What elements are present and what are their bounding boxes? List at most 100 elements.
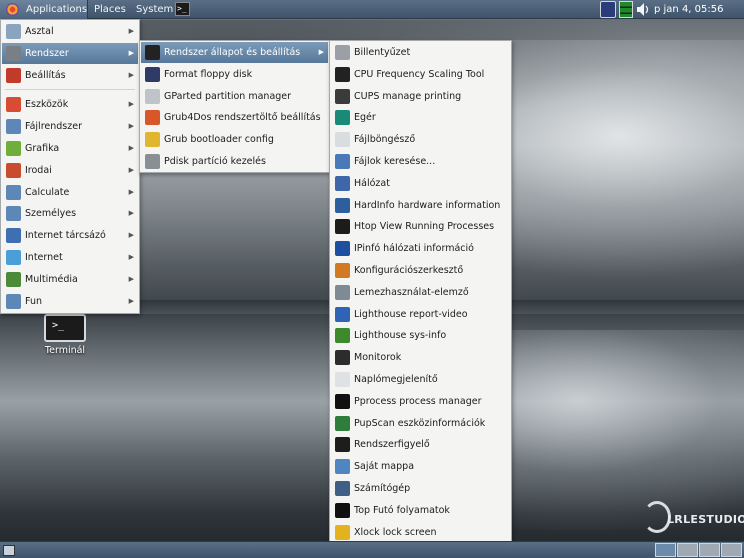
menu-item-label: CUPS manage printing bbox=[354, 90, 462, 102]
menu-item-hardinfo[interactable]: HardInfo hardware information bbox=[331, 195, 510, 216]
workspace-4[interactable] bbox=[721, 543, 742, 557]
menu-item-label: Calculate bbox=[25, 186, 70, 198]
terminal-desktop-label[interactable]: Terminál bbox=[30, 345, 100, 356]
menu-item-file-browser[interactable]: Fájlböngésző bbox=[331, 129, 510, 150]
top-processes-icon bbox=[335, 502, 350, 518]
menu-item-grub[interactable]: Grub bootloader config bbox=[141, 129, 328, 150]
submenu-arrow-icon: ▶ bbox=[128, 70, 134, 79]
submenu-arrow-icon: ▶ bbox=[128, 296, 134, 305]
menu-item-label: Hálózat bbox=[354, 177, 390, 189]
calculator-folder-icon bbox=[6, 184, 21, 200]
menu-item-disk-usage[interactable]: Lemezhasználat-elemző bbox=[331, 282, 510, 303]
menu-item-label: Fájlböngésző bbox=[354, 134, 416, 146]
floppy-icon bbox=[145, 66, 160, 82]
menu-item-label: Konfigurációszerkesztő bbox=[354, 265, 464, 276]
menu-item-label: Top Futó folyamatok bbox=[354, 504, 450, 516]
menu-item-search-files[interactable]: Fájlok keresése... bbox=[331, 151, 510, 172]
menu-item-label: Számítógép bbox=[354, 483, 411, 494]
disk-usage-icon bbox=[335, 284, 350, 300]
menu-item-fun-folder[interactable]: Fun ▶ bbox=[2, 291, 138, 312]
top-panel: Applications Places System >_ p jan 4, 0… bbox=[0, 0, 744, 19]
menu-item-gparted[interactable]: GParted partition manager bbox=[141, 86, 328, 107]
menu-item-label: Grub bootloader config bbox=[164, 134, 274, 146]
system-menu-button[interactable]: System bbox=[136, 0, 173, 19]
menu-item-top-processes[interactable]: Top Futó folyamatok bbox=[331, 500, 510, 521]
menu-item-printer[interactable]: CUPS manage printing bbox=[331, 86, 510, 107]
menu-item-folder[interactable]: Fájlrendszer ▶ bbox=[2, 116, 138, 137]
menu-item-label: Grub4Dos rendszertöltő beállítás bbox=[164, 112, 321, 124]
studio-logo: LRLESTUDIO bbox=[643, 501, 744, 535]
menu-item-label: Eszközök bbox=[25, 99, 69, 111]
menu-item-grub4dos[interactable]: Grub4Dos rendszertöltő beállítás bbox=[141, 107, 328, 128]
menu-item-sys-info[interactable]: Lighthouse sys-info bbox=[331, 325, 510, 346]
menu-item-calculator-folder[interactable]: Calculate ▶ bbox=[2, 182, 138, 203]
menu-item-dialer[interactable]: Internet tárcsázó ▶ bbox=[2, 225, 138, 246]
menu-item-floppy[interactable]: Format floppy disk bbox=[141, 64, 328, 85]
gparted-icon bbox=[145, 88, 160, 104]
multimedia-icon bbox=[6, 271, 21, 287]
menu-item-label: Lighthouse sys-info bbox=[354, 330, 447, 342]
menu-item-personal-folder[interactable]: Személyes ▶ bbox=[2, 203, 138, 224]
menu-item-pupscan[interactable]: PupScan eszközinformációk bbox=[331, 413, 510, 434]
menu-item-report-video[interactable]: Lighthouse report-video bbox=[331, 304, 510, 325]
menu-item-multimedia[interactable]: Multimédia ▶ bbox=[2, 269, 138, 290]
settings-icon bbox=[6, 67, 21, 83]
hardinfo-icon bbox=[335, 197, 350, 213]
workspace-3[interactable] bbox=[699, 543, 720, 557]
volume-tray-icon[interactable] bbox=[636, 1, 650, 18]
menu-item-globe[interactable]: Internet ▶ bbox=[2, 247, 138, 268]
submenu-arrow-icon: ▶ bbox=[128, 144, 134, 152]
menu-item-label: Htop View Running Processes bbox=[354, 221, 495, 233]
menu-item-desktop[interactable]: Asztal ▶ bbox=[2, 21, 138, 42]
menu-item-lock-screen[interactable]: Xlock lock screen bbox=[331, 522, 510, 543]
menu-item-pprocess[interactable]: Pprocess process manager bbox=[331, 391, 510, 412]
menu-item-log-viewer[interactable]: Naplómegjelenítő bbox=[331, 369, 510, 390]
menu-item-settings[interactable]: Beállítás ▶ bbox=[2, 65, 138, 86]
network-icon bbox=[335, 175, 350, 191]
terminal-launcher-icon[interactable]: >_ bbox=[175, 2, 190, 16]
terminal-desktop-icon[interactable]: >_ bbox=[44, 314, 86, 342]
applications-label: Applications bbox=[26, 4, 88, 15]
battery-tray-icon[interactable] bbox=[619, 1, 633, 18]
menu-item-system-monitor[interactable]: Rendszerfigyelő bbox=[331, 434, 510, 455]
menu-item-system[interactable]: Rendszer ▶ bbox=[2, 42, 138, 64]
menu-item-label: Internet bbox=[25, 252, 63, 263]
monitor-icon bbox=[335, 350, 350, 366]
menu-item-terminal[interactable]: Rendszer állapot és beállítás ▶ bbox=[141, 42, 328, 63]
submenu-arrow-icon: ▶ bbox=[128, 122, 134, 131]
clock[interactable]: p jan 4, 05:56 bbox=[654, 0, 724, 19]
fun-folder-icon bbox=[6, 293, 21, 309]
menu-item-label: Fun bbox=[25, 295, 42, 307]
applications-menu: Asztal ▶ Rendszer ▶ Beállítás ▶ Eszközök ▶ Fájlr… bbox=[0, 19, 140, 314]
menu-item-label: Személyes bbox=[25, 208, 77, 220]
globe-icon bbox=[6, 250, 21, 265]
rendszer-submenu: Rendszer állapot és beállítás ▶ Format flo… bbox=[139, 40, 330, 173]
menu-item-htop[interactable]: Htop View Running Processes bbox=[331, 216, 510, 237]
workspace-2[interactable] bbox=[677, 543, 698, 557]
menu-item-graphics[interactable]: Grafika ▶ bbox=[2, 138, 138, 159]
workspace-1[interactable] bbox=[655, 543, 676, 557]
show-desktop-button[interactable] bbox=[3, 545, 15, 556]
menu-item-label: Irodai bbox=[25, 164, 52, 176]
menu-item-computer[interactable]: Számítógép bbox=[331, 478, 510, 499]
mouse-icon bbox=[335, 110, 350, 126]
terminal-icon bbox=[145, 45, 160, 60]
personal-folder-icon bbox=[6, 206, 21, 222]
menu-item-keyboard[interactable]: Billentyűzet bbox=[331, 42, 510, 63]
menu-item-label: Beállítás bbox=[25, 69, 66, 81]
report-video-icon bbox=[335, 306, 350, 322]
menu-item-tools[interactable]: Eszközök ▶ bbox=[2, 94, 138, 115]
network-tray-icon[interactable] bbox=[600, 1, 616, 18]
menu-item-config-editor[interactable]: Konfigurációszerkesztő bbox=[331, 260, 510, 281]
applications-menu-button[interactable]: Applications bbox=[0, 0, 88, 19]
menu-item-mouse[interactable]: Egér bbox=[331, 107, 510, 128]
menu-item-ipinfo[interactable]: IPinfó hálózati információ bbox=[331, 238, 510, 259]
menu-item-monitor[interactable]: Monitorok bbox=[331, 347, 510, 368]
menu-item-office[interactable]: Irodai ▶ bbox=[2, 160, 138, 181]
menu-item-disk[interactable]: Pdisk partíció kezelés bbox=[141, 151, 328, 172]
places-menu-button[interactable]: Places bbox=[94, 0, 126, 19]
menu-item-home-folder[interactable]: Saját mappa bbox=[331, 456, 510, 477]
menu-item-network[interactable]: Hálózat bbox=[331, 173, 510, 194]
submenu-arrow-icon: ▶ bbox=[128, 187, 134, 196]
menu-item-cpu[interactable]: CPU Frequency Scaling Tool bbox=[331, 64, 510, 85]
